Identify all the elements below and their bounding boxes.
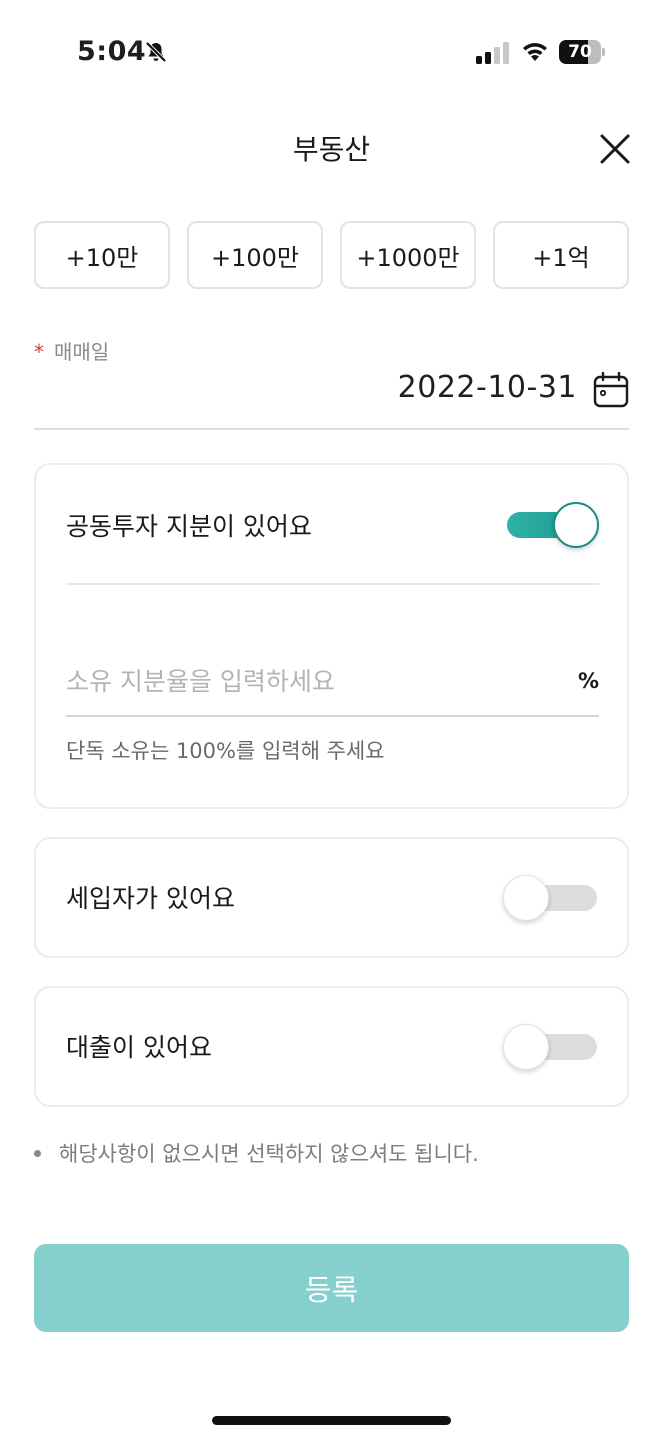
- joint-investment-label: 공동투자 지분이 있어요: [66, 512, 312, 541]
- percent-suffix: %: [577, 669, 599, 693]
- share-helper-text: 단독 소유는 100%를 입력해 주세요: [66, 739, 385, 763]
- sale-date-label: * 매매일: [34, 336, 109, 365]
- share-ratio-field: %: [66, 653, 599, 717]
- required-mark: *: [34, 340, 44, 364]
- quick-amount-row: +10만 +100만 +1000만 +1억: [34, 221, 629, 289]
- battery-level: 70: [568, 42, 592, 62]
- bell-slash-icon: [145, 41, 167, 63]
- close-icon[interactable]: [596, 130, 634, 168]
- sale-date-field[interactable]: 2022-10-31: [34, 362, 629, 430]
- home-indicator: [212, 1416, 451, 1425]
- loan-toggle[interactable]: [503, 1024, 599, 1070]
- status-bar: 5:04 70: [0, 0, 663, 100]
- loan-label: 대출이 있어요: [66, 1033, 212, 1062]
- status-time: 5:04: [77, 36, 147, 67]
- register-button[interactable]: 등록: [34, 1244, 629, 1332]
- optional-note-text: 해당사항이 없으시면 선택하지 않으셔도 됩니다.: [59, 1142, 479, 1166]
- share-ratio-input[interactable]: [66, 659, 546, 703]
- tenant-toggle[interactable]: [503, 875, 599, 921]
- tenant-label: 세입자가 있어요: [66, 884, 235, 913]
- sale-date-label-text: 매매일: [54, 340, 110, 364]
- card-divider: [66, 583, 599, 585]
- add-10m-button[interactable]: +1000만: [340, 221, 476, 289]
- bullet-icon: [34, 1149, 41, 1157]
- joint-investment-toggle[interactable]: [503, 502, 599, 548]
- signal-icon: [476, 42, 509, 64]
- page-title: 부동산: [292, 133, 371, 166]
- loan-card: 대출이 있어요: [34, 986, 629, 1107]
- add-100m-button[interactable]: +1억: [493, 221, 629, 289]
- sale-date-value: 2022-10-31: [397, 370, 577, 405]
- optional-note: 해당사항이 없으시면 선택하지 않으셔도 됩니다.: [34, 1138, 479, 1168]
- joint-investment-card: 공동투자 지분이 있어요 % 단독 소유는 100%를 입력해 주세요: [34, 463, 629, 809]
- calendar-icon[interactable]: [593, 372, 629, 408]
- battery-icon: 70: [559, 40, 605, 64]
- wifi-icon: [523, 43, 547, 61]
- add-1m-button[interactable]: +100만: [187, 221, 323, 289]
- add-100k-button[interactable]: +10만: [34, 221, 170, 289]
- tenant-card: 세입자가 있어요: [34, 837, 629, 958]
